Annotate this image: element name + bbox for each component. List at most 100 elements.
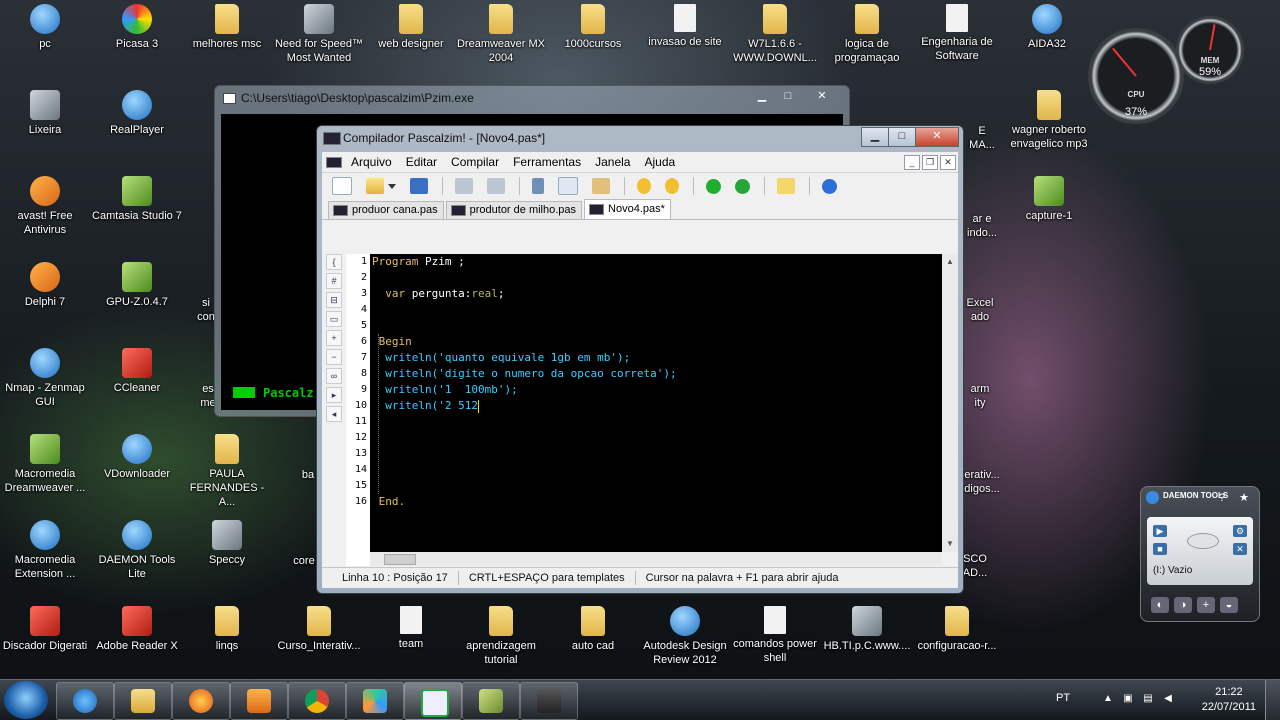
taskbar-chrome[interactable] — [288, 682, 346, 720]
compile-icon[interactable] — [735, 178, 750, 194]
save-icon[interactable] — [410, 178, 428, 194]
taskbar-firefox[interactable] — [172, 682, 230, 720]
desktop-icon-partial-arm[interactable]: arm ity — [960, 382, 1000, 410]
prev-icon[interactable]: ◂ — [326, 406, 342, 422]
desktop-icon-camtasia-studio-7[interactable]: Camtasia Studio 7 — [92, 176, 182, 223]
desktop-icon-hb-ti-p-c-www[interactable]: HB.TI.p.C.www.... — [822, 606, 912, 653]
indent-icon[interactable]: ⊟ — [326, 292, 342, 308]
taskbar-media[interactable] — [230, 682, 288, 720]
next-icon[interactable]: ▸ — [326, 387, 342, 403]
desktop-icon-daemon-tools-lite[interactable]: DAEMON Tools Lite — [92, 520, 182, 581]
desktop-icon-aida32[interactable]: AIDA32 — [1002, 4, 1092, 51]
daemon-help-button[interactable]: ? — [1213, 490, 1231, 506]
tab-produor-cana[interactable]: produor cana.pas — [328, 201, 444, 219]
taskbar-explorer[interactable] — [114, 682, 172, 720]
tray-volume-icon[interactable]: ◀ — [1162, 693, 1174, 705]
desktop-icon-partial-sco[interactable]: SCO AD... — [960, 552, 990, 580]
console-close-button[interactable]: ✕ — [801, 88, 843, 106]
menu-arquivo[interactable]: Arquivo — [344, 155, 399, 169]
desktop-icon-dreamweaver-mx-2004[interactable]: Dreamweaver MX 2004 — [456, 4, 546, 65]
desktop-icon-linqs[interactable]: linqs — [182, 606, 272, 653]
start-button[interactable] — [4, 681, 48, 719]
desktop-icon-1000cursos[interactable]: 1000cursos — [548, 4, 638, 51]
mdi-close-button[interactable]: ✕ — [940, 155, 956, 170]
scroll-up-icon[interactable]: ▲ — [942, 254, 958, 270]
daemon-remove-icon[interactable]: ◒ — [1220, 597, 1238, 613]
expand-icon[interactable]: + — [326, 330, 342, 346]
taskbar-ie[interactable] — [56, 682, 114, 720]
tray-devices-icon[interactable]: ▣ — [1122, 693, 1134, 705]
desktop-icon-nmap-zenmap-gui[interactable]: Nmap - Zenmap GUI — [0, 348, 90, 409]
desktop-icon-logica-de-programa-ao[interactable]: logica de programaçao — [822, 4, 912, 65]
daemon-star-button[interactable]: ★ — [1235, 490, 1253, 506]
desktop-icon-macromedia-dreamweaver[interactable]: Macromedia Dreamweaver ... — [0, 434, 90, 495]
print-icon[interactable] — [455, 178, 473, 194]
daemon-mount-icon[interactable]: ◐ — [1151, 597, 1169, 613]
code-editor[interactable]: Program Pzim ; var pergunta:real; Begin … — [370, 254, 942, 552]
desktop-icon-capture-1[interactable]: capture-1 — [1004, 176, 1094, 223]
desktop-icon-gpu-z-0-4-7[interactable]: GPU-Z.0.4.7 — [92, 262, 182, 309]
mdi-minimize-button[interactable]: _ — [904, 155, 920, 170]
menu-ferramentas[interactable]: Ferramentas — [506, 155, 588, 169]
desktop-icon-pc[interactable]: pc — [0, 4, 90, 51]
menu-janela[interactable]: Janela — [588, 155, 637, 169]
desktop-icon-invasao-de-site[interactable]: invasao de site — [640, 4, 730, 49]
menu-compilar[interactable]: Compilar — [444, 155, 506, 169]
cut-icon[interactable] — [532, 178, 544, 194]
open-folder-icon[interactable] — [366, 178, 384, 194]
maximize-button[interactable]: □ — [888, 127, 916, 147]
desktop-icon-partial-erativ[interactable]: erativ... digos... — [960, 468, 1004, 496]
options-icon[interactable] — [777, 178, 795, 194]
desktop-icon-need-for-speed-most-wanted[interactable]: Need for Speed™ Most Wanted — [274, 4, 364, 65]
link-icon[interactable]: ∞ — [326, 368, 342, 384]
desktop-icon-engenharia-de-software[interactable]: Engenharia de Software — [912, 4, 1002, 63]
new-file-icon[interactable] — [332, 177, 352, 195]
desktop-icon-adobe-reader-x[interactable]: Adobe Reader X — [92, 606, 182, 653]
desktop-icon-aprendizagem-tutorial[interactable]: aprendizagem tutorial — [456, 606, 546, 667]
desktop-icon-avast-free-antivirus[interactable]: avast! Free Antivirus — [0, 176, 90, 237]
taskbar-pascalzim[interactable] — [404, 682, 462, 720]
tray-expand-icon[interactable]: ▲ — [1102, 693, 1114, 705]
tab-novo4[interactable]: Novo4.pas* — [584, 199, 671, 219]
run-icon[interactable] — [706, 178, 721, 194]
desktop-icon-configuracao-r[interactable]: configuracao-r... — [912, 606, 1002, 653]
console-minimize-button[interactable]: ▁ — [749, 88, 775, 106]
desktop-icon-auto-cad[interactable]: auto cad — [548, 606, 638, 653]
desktop-icon-curso-interativ[interactable]: Curso_Interativ... — [274, 606, 364, 653]
open-dropdown-icon[interactable] — [388, 183, 396, 189]
vertical-scrollbar[interactable]: ▲ ▼ — [942, 254, 958, 552]
console-maximize-button[interactable]: □ — [775, 88, 801, 106]
horizontal-scroll-thumb[interactable] — [384, 554, 416, 565]
console-titlebar[interactable]: C:\Users\tiago\Desktop\pascalzim\Pzim.ex… — [215, 86, 849, 110]
menu-editar[interactable]: Editar — [399, 155, 444, 169]
desktop-icon-comandos-power-shell[interactable]: comandos power shell — [730, 606, 820, 665]
taskbar-network[interactable] — [346, 682, 404, 720]
show-desktop-button[interactable] — [1265, 680, 1280, 720]
pascalzim-window[interactable]: Compilador Pascalzim! - [Novo4.pas*] ▁ □… — [316, 125, 964, 594]
daemon-stop-icon[interactable]: ■ — [1153, 543, 1167, 555]
desktop-icon-discador-digerati[interactable]: Discador Digerati — [0, 606, 90, 653]
daemon-eject-icon[interactable]: ✕ — [1233, 543, 1247, 555]
desktop-icon-vdownloader[interactable]: VDownloader — [92, 434, 182, 481]
undo-icon[interactable] — [637, 178, 651, 194]
redo-icon[interactable] — [665, 178, 679, 194]
desktop-icon-realplayer[interactable]: RealPlayer — [92, 90, 182, 137]
desktop-icon-delphi-7[interactable]: Delphi 7 — [0, 262, 90, 309]
daemon-tools-gadget[interactable]: DAEMON TOOLS ? ★ ▶ ■ ⚙ ✕ (I:) Vazio ◐ ◑ … — [1140, 486, 1260, 622]
menu-ajuda[interactable]: Ajuda — [637, 155, 682, 169]
daemon-add-icon[interactable]: + — [1197, 597, 1215, 613]
language-indicator[interactable]: PT — [1056, 692, 1070, 704]
desktop-icon-w7l1-6-6-www-downl[interactable]: W7L1.6.6 - WWW.DOWNL... — [730, 4, 820, 65]
collapse-icon[interactable]: − — [326, 349, 342, 365]
block-icon[interactable]: ▭ — [326, 311, 342, 327]
bookmark-icon[interactable]: { — [326, 254, 342, 270]
desktop-icon-paula-fernandes-a[interactable]: PAULA FERNANDES - A... — [182, 434, 272, 509]
daemon-play-icon[interactable]: ▶ — [1153, 525, 1167, 537]
mdi-restore-button[interactable]: ❐ — [922, 155, 938, 170]
desktop-icon-melhores-msc[interactable]: melhores msc — [182, 4, 272, 51]
tray-network-icon[interactable]: ▤ — [1142, 693, 1154, 705]
desktop-icon-picasa-3[interactable]: Picasa 3 — [92, 4, 182, 51]
minimize-button[interactable]: ▁ — [861, 127, 889, 147]
system-clock[interactable]: 21:22 22/07/2011 — [1202, 685, 1256, 715]
desktop-icon-partial-ema[interactable]: E MA... — [962, 124, 1002, 152]
